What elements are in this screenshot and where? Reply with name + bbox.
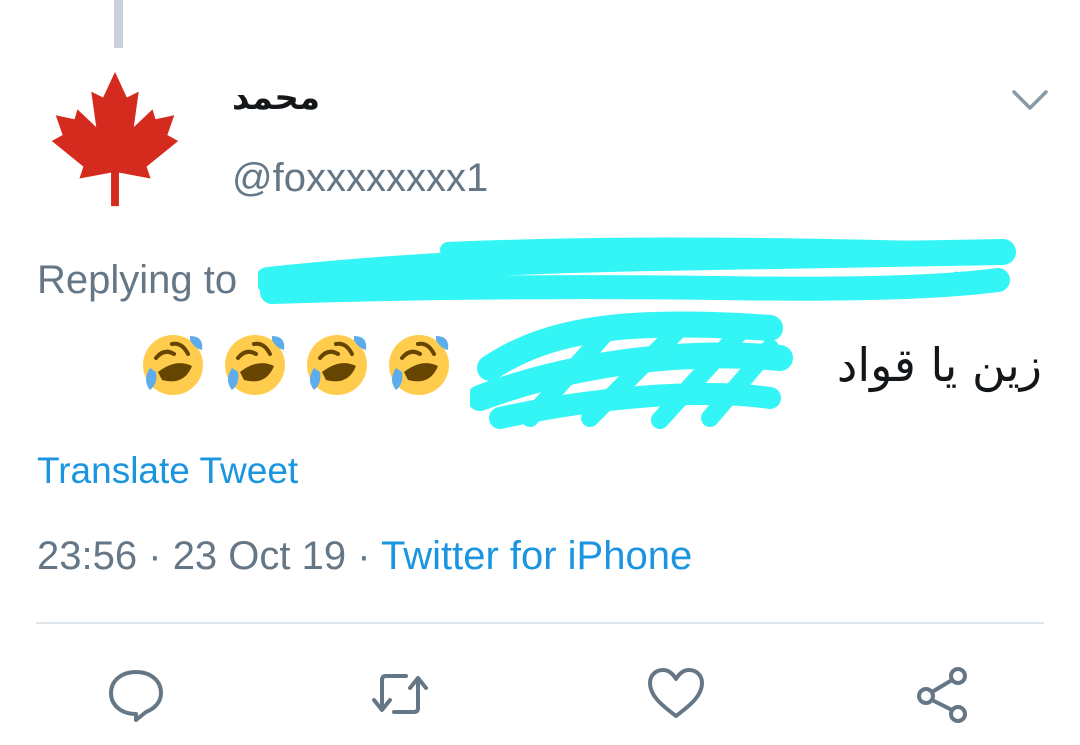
rolling-laughing-emoji-icon [225,335,285,395]
retweet-button[interactable] [370,664,430,724]
retweet-icon [372,674,428,714]
tweet-date: 23 Oct 19 [172,534,347,578]
rolling-laughing-emoji-icon [389,335,449,395]
reply-button[interactable] [106,664,166,724]
tweet-metadata: 23:56 · 23 Oct 19 · Twitter for iPhone [37,534,692,579]
thread-connector-line [114,0,123,48]
chevron-down-icon[interactable] [1008,82,1052,118]
share-icon [917,667,967,723]
emoji-row [136,328,456,402]
heart-icon [648,668,704,718]
redaction-scribble [258,237,1016,304]
meta-separator: · [357,534,371,578]
display-name[interactable]: محمد [232,78,320,118]
tweet-time: 23:56 [37,534,138,578]
rolling-laughing-emoji-icon [307,335,367,395]
tweet-source-link[interactable]: Twitter for iPhone [381,534,692,578]
maple-leaf-icon [51,71,179,207]
user-handle[interactable]: @foxxxxxxxx1 [232,156,488,201]
avatar[interactable] [36,60,194,218]
meta-separator: · [148,534,162,578]
tweet-body: زين يا قواد [130,311,1050,438]
like-button[interactable] [646,664,706,724]
rolling-laughing-emoji-icon [143,335,203,395]
replying-to-label: Replying to [37,258,238,302]
reply-icon [109,670,163,722]
share-button[interactable] [912,664,972,724]
redaction-scribble [470,311,793,429]
tweet-text: زين يا قواد [836,338,1042,392]
replying-to-line: Replying to [37,258,237,303]
translate-tweet-link[interactable]: Translate Tweet [37,450,298,492]
divider [36,622,1044,624]
